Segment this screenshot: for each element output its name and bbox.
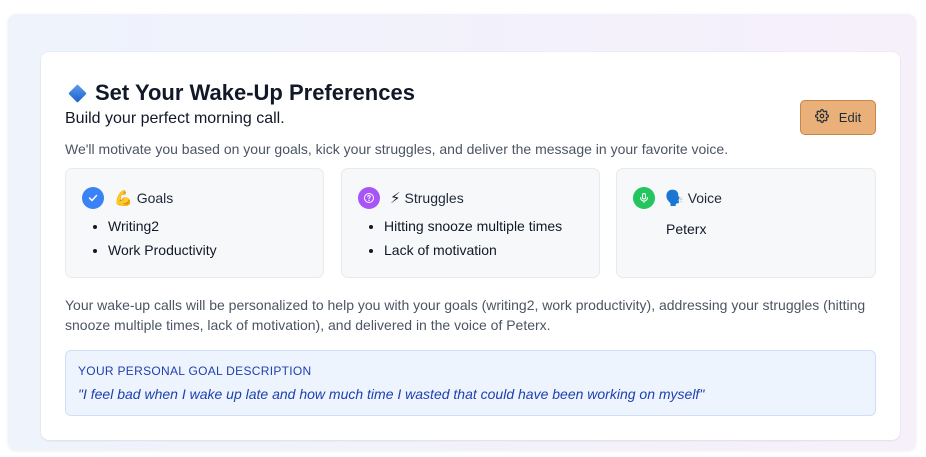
struggle-item: Hitting snooze multiple times [384,219,562,234]
goals-label: Goals [136,190,174,206]
gear-icon [814,109,829,126]
goal-description-text: "I feel bad when I wake up late and how … [78,386,705,402]
goals-list: Writing2 Work Productivity [108,219,217,267]
lightning-icon: ⚡ [390,189,401,207]
goal-description-heading: YOUR PERSONAL GOAL DESCRIPTION [78,364,312,378]
voice-header: 🗣️ Voice [633,187,722,209]
goal-description-box: YOUR PERSONAL GOAL DESCRIPTION "I feel b… [65,350,876,416]
preferences-card: Set Your Wake-Up Preferences Build your … [41,52,900,440]
edit-button-label: Edit [838,110,862,125]
flexed-bicep-icon: 💪 [114,189,133,207]
microphone-icon [633,187,655,209]
voice-label: Voice [687,190,722,206]
goal-item: Writing2 [108,219,217,234]
voice-value: Peterx [666,221,707,237]
goal-item: Work Productivity [108,243,217,258]
page-background: Set Your Wake-Up Preferences Build your … [8,14,916,450]
edit-button[interactable]: Edit [800,100,876,135]
struggle-item: Lack of motivation [384,243,562,258]
goals-card: 💪 Goals Writing2 Work Productivity [65,168,324,278]
voice-card: 🗣️ Voice Peterx [616,168,876,278]
page-title: Set Your Wake-Up Preferences [95,80,415,105]
speaking-head-icon: 🗣️ [665,189,684,207]
goals-header: 💪 Goals [82,187,173,209]
question-icon [358,187,380,209]
blue-diamond-icon [68,83,87,103]
struggles-card: ⚡ Struggles Hitting snooze multiple time… [341,168,600,278]
page-subtitle: Build your perfect morning call. [65,110,285,127]
page-description: We'll motivate you based on your goals, … [65,141,729,157]
struggles-list: Hitting snooze multiple times Lack of mo… [384,219,562,267]
title-row: Set Your Wake-Up Preferences [68,80,415,106]
personalization-summary: Your wake-up calls will be personalized … [65,297,866,333]
check-icon [82,187,104,209]
struggles-header: ⚡ Struggles [358,187,464,209]
struggles-label: Struggles [404,190,464,206]
